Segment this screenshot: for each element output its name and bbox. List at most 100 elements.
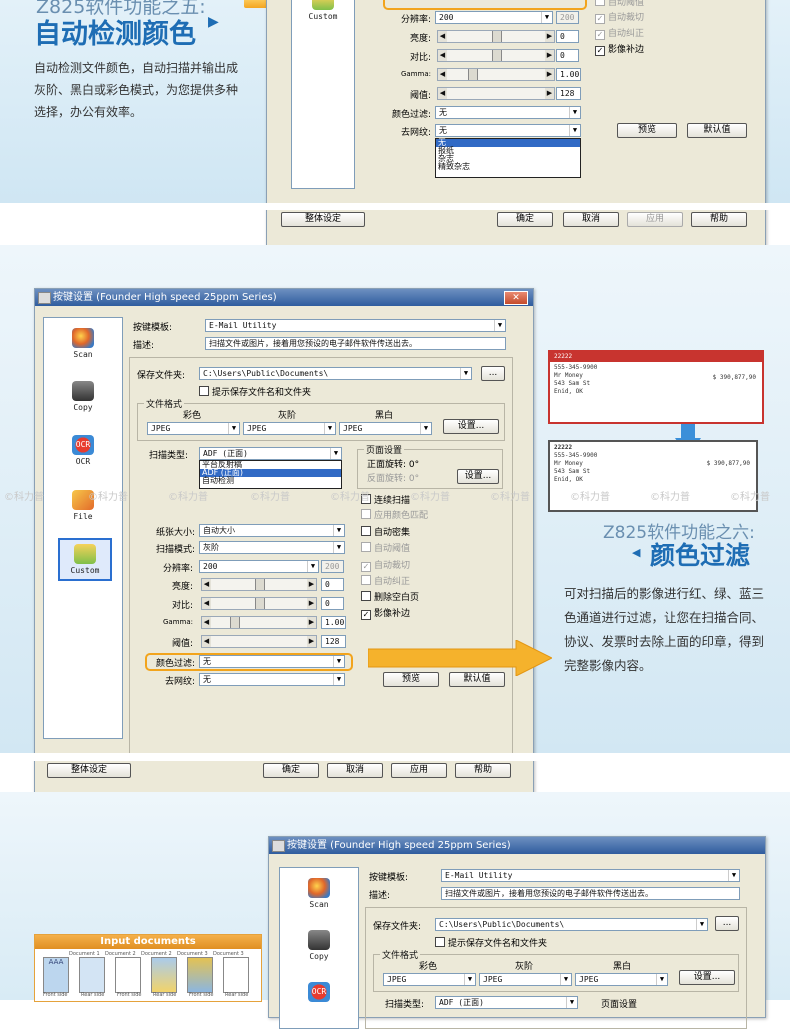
brightness-field[interactable]: 0: [321, 578, 344, 591]
help-button[interactable]: 帮助: [691, 212, 747, 227]
scan-type-select[interactable]: ADF (正面) ▼: [199, 447, 342, 460]
slider-thumb[interactable]: [468, 69, 478, 80]
auto-threshold-checkbox[interactable]: 自动阈值: [595, 0, 644, 8]
format-color-select[interactable]: JPEG ▼: [147, 422, 240, 435]
edge-fill-checkbox[interactable]: ✓ 影像补边: [595, 42, 644, 56]
sidebar-item-scan[interactable]: Scan: [280, 878, 358, 909]
descreen-options-list[interactable]: 无 报纸 杂志 精致杂志: [435, 138, 581, 178]
desc-field[interactable]: 扫描文件或图片，接着用您预设的电子邮件软件传送出去。: [441, 887, 740, 900]
resolution-label: 分辨率:: [400, 15, 431, 25]
checkbox-label: 应用颜色匹配: [374, 511, 429, 521]
auto-deskew-checkbox[interactable]: 自动纠正: [361, 574, 410, 587]
gamma-slider[interactable]: ◀ ▶: [437, 68, 555, 81]
scan-type-options-list[interactable]: 平台反射稿 ADF (正面) 自动检测: [199, 460, 342, 489]
format-gray-select[interactable]: JPEG ▼: [479, 973, 572, 986]
descreen-option[interactable]: 报纸: [436, 147, 580, 155]
auto-density-checkbox[interactable]: 自动密集: [361, 525, 410, 538]
brightness-slider[interactable]: ◀ ▶: [201, 578, 317, 591]
help-button[interactable]: 帮助: [455, 763, 511, 778]
descreen-select[interactable]: 无 ▼: [199, 673, 345, 686]
format-bw-label: 黑白: [375, 411, 394, 421]
cheque-value: $ 390,877,90: [712, 374, 756, 381]
auto-deskew-checkbox[interactable]: ✓ 自动纠正: [595, 26, 644, 40]
desc-field[interactable]: 扫描文件或图片，接着用您预设的电子邮件软件传送出去。: [205, 337, 506, 350]
left-arrow-icon: ◀: [202, 636, 211, 647]
prompt-save-checkbox[interactable]: 提示保存文件名和文件夹: [435, 936, 547, 949]
paper-size-select[interactable]: 自动大小 ▼: [199, 524, 345, 537]
template-select[interactable]: E-Mail Utility ▼: [205, 319, 506, 332]
watermark: ©科力普: [88, 492, 128, 503]
right-arrow-icon: ▶: [307, 598, 316, 609]
slider-thumb[interactable]: [492, 31, 502, 42]
delete-blank-checkbox[interactable]: 删除空白页: [361, 590, 419, 603]
resolution-select[interactable]: 200 ▼: [435, 11, 553, 24]
section5-description: 自动检测文件颜色，自动扫描并输出成灰阶、黑白或彩色模式，为您提供多种选择，办公有…: [34, 61, 239, 119]
contrast-slider[interactable]: ◀ ▶: [201, 597, 317, 610]
scan-type-option[interactable]: 自动检测: [200, 477, 341, 485]
threshold-field[interactable]: 128: [321, 635, 346, 648]
scan-type-select[interactable]: ADF (正面) ▼: [435, 996, 578, 1009]
overall-settings-button[interactable]: 整体设定: [47, 763, 131, 778]
ok-button[interactable]: 确定: [497, 212, 553, 227]
slider-thumb[interactable]: [492, 50, 502, 61]
gamma-slider[interactable]: ◀ ▶: [201, 616, 317, 629]
overall-settings-button[interactable]: 整体设定: [281, 212, 365, 227]
format-color-select[interactable]: JPEG ▼: [383, 973, 476, 986]
sidebar-item-copy[interactable]: Copy: [44, 381, 122, 412]
apply-button[interactable]: 应用: [391, 763, 447, 778]
descreen-option[interactable]: 无: [436, 139, 580, 147]
page-settings-button[interactable]: 设置...: [457, 469, 499, 484]
left-arrow-icon: ◀: [438, 69, 447, 80]
slider-thumb[interactable]: [255, 598, 265, 609]
brightness-field[interactable]: 0: [556, 30, 579, 43]
close-icon[interactable]: ✕: [504, 291, 528, 305]
slider-thumb[interactable]: [230, 617, 240, 628]
threshold-slider[interactable]: ◀ ▶: [201, 635, 317, 648]
color-filter-select[interactable]: 无 ▼: [435, 106, 581, 119]
auto-crop-checkbox[interactable]: ✓ 自动裁切: [361, 558, 410, 572]
scan-mode-select[interactable]: 灰阶 ▼: [199, 541, 345, 554]
template-select[interactable]: E-Mail Utility ▼: [441, 869, 740, 882]
contrast-field[interactable]: 0: [556, 49, 579, 62]
save-folder-select[interactable]: C:\Users\Public\Documents\ ▼: [199, 367, 472, 380]
format-settings-button[interactable]: 设置...: [443, 419, 499, 434]
cancel-button[interactable]: 取消: [327, 763, 383, 778]
color-filter-value: 无: [439, 108, 447, 117]
gamma-field[interactable]: 1.00: [556, 68, 581, 81]
format-bw-select[interactable]: JPEG ▼: [575, 973, 668, 986]
auto-crop-checkbox[interactable]: ✓ 自动裁切: [595, 10, 644, 24]
default-button[interactable]: 默认值: [687, 123, 747, 138]
color-filter-select[interactable]: 无 ▼: [199, 655, 345, 668]
save-folder-select[interactable]: C:\Users\Public\Documents\ ▼: [435, 918, 708, 931]
threshold-slider[interactable]: ◀ ▶: [437, 87, 555, 100]
browse-button[interactable]: ...: [715, 916, 739, 931]
resolution-select[interactable]: 200 ▼: [199, 560, 319, 573]
sidebar-item-custom[interactable]: Custom: [58, 538, 112, 581]
contrast-slider[interactable]: ◀ ▶: [437, 49, 555, 62]
slider-thumb[interactable]: [255, 579, 265, 590]
ok-button[interactable]: 确定: [263, 763, 319, 778]
preview-button[interactable]: 预览: [617, 123, 677, 138]
watermark: ©科力普: [490, 492, 530, 503]
descreen-select[interactable]: 无 ▼: [435, 124, 581, 137]
format-settings-button[interactable]: 设置...: [679, 970, 735, 985]
gamma-field[interactable]: 1.00: [321, 616, 346, 629]
sidebar-item-scan[interactable]: Scan: [44, 328, 122, 359]
sidebar-item-ocr[interactable]: OCR OCR: [44, 435, 122, 466]
brightness-slider[interactable]: ◀ ▶: [437, 30, 555, 43]
contrast-field[interactable]: 0: [321, 597, 344, 610]
edge-fill-checkbox[interactable]: ✓ 影像补边: [361, 606, 410, 620]
apply-color-match-checkbox[interactable]: 应用颜色匹配: [361, 508, 428, 521]
auto-threshold-checkbox[interactable]: 自动阈值: [361, 541, 410, 554]
browse-button[interactable]: ...: [481, 366, 505, 381]
format-gray-select[interactable]: JPEG ▼: [243, 422, 336, 435]
format-bw-select[interactable]: JPEG ▼: [339, 422, 432, 435]
sidebar-item-copy[interactable]: Copy: [280, 930, 358, 961]
prompt-save-checkbox[interactable]: 提示保存文件名和文件夹: [199, 385, 311, 398]
descreen-option[interactable]: 精致杂志: [436, 163, 580, 171]
threshold-field[interactable]: 128: [556, 87, 581, 100]
sidebar-item-custom[interactable]: Custom: [292, 0, 354, 21]
apply-button[interactable]: 应用: [627, 212, 683, 227]
cancel-button[interactable]: 取消: [563, 212, 619, 227]
sidebar-item-ocr[interactable]: OCR: [280, 982, 358, 1004]
